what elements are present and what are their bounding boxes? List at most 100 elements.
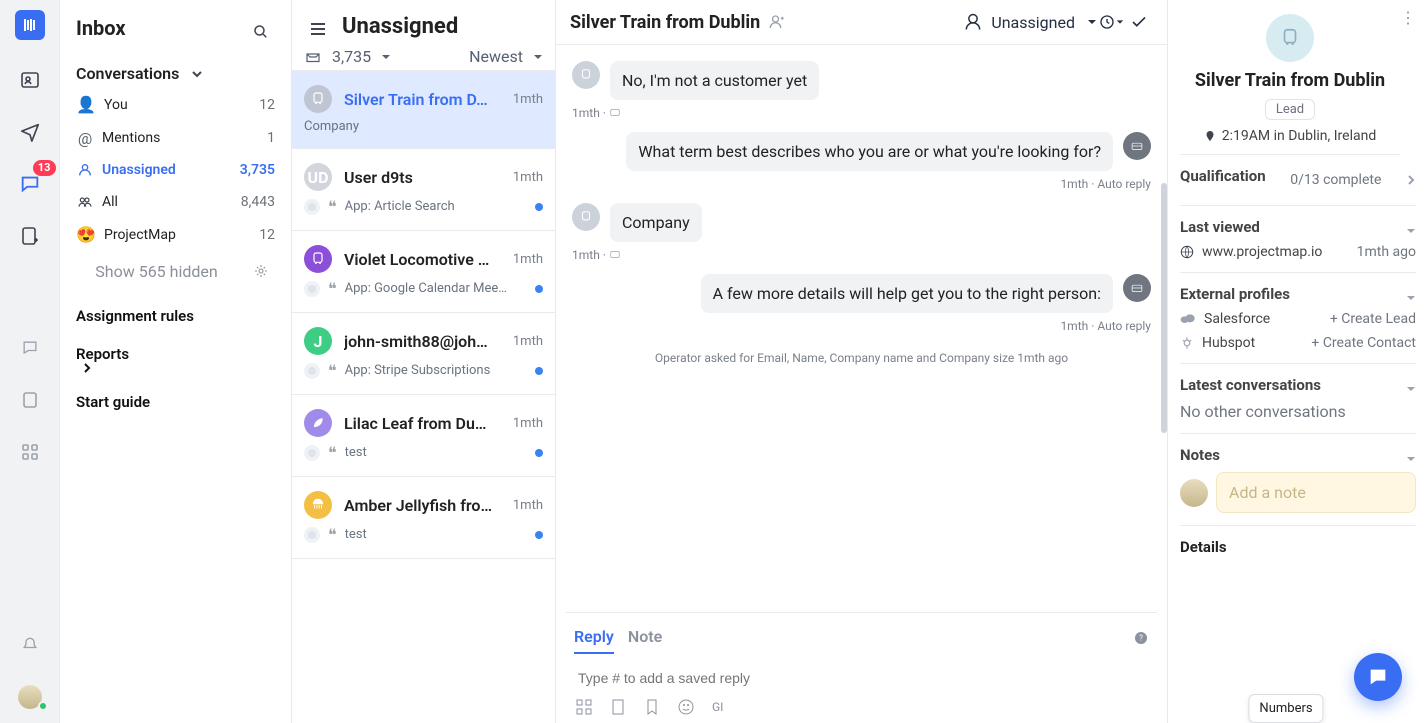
caret-down-icon[interactable] [1406, 226, 1416, 236]
nav-contacts[interactable] [10, 60, 50, 100]
message-bubble: No, I'm not a customer yet [610, 61, 819, 100]
left-rail: 13 [0, 0, 60, 723]
create-lead-button[interactable]: + Create Lead [1330, 311, 1416, 327]
unread-badge: 13 [33, 160, 56, 176]
emoji-button[interactable] [678, 699, 694, 715]
speech-icon [20, 338, 40, 358]
conversations-section[interactable]: Conversations [76, 64, 275, 83]
bookmark-button[interactable] [644, 699, 660, 715]
reply-from-icon [304, 363, 320, 379]
sidebar-item-all[interactable]: All 8,443 [76, 189, 275, 215]
tab-note[interactable]: Note [628, 621, 662, 654]
nav-articles[interactable] [10, 216, 50, 256]
nav-send[interactable] [10, 112, 50, 152]
sidebar-item-mentions[interactable]: @ Mentions 1 [76, 125, 275, 151]
conversation-time: 1mth [513, 252, 543, 267]
menu-button[interactable] [304, 15, 332, 43]
conversation-item[interactable]: Silver Train from D… 1mth Company [292, 71, 555, 149]
assignment-rules-link[interactable]: Assignment rules [76, 297, 275, 335]
reply-from-icon [304, 527, 320, 543]
conversation-item[interactable]: Violet Locomotive … 1mth ❝ App: Google C… [292, 231, 555, 313]
qualification-section[interactable]: Qualification0/13 complete [1180, 155, 1416, 206]
caret-down-icon[interactable] [1406, 454, 1416, 464]
search-button[interactable] [247, 18, 275, 46]
right-sidebar: ⋮ Silver Train from Dublin Lead 2:19AM i… [1168, 0, 1428, 723]
reply-from-icon [304, 199, 320, 215]
caret-down-icon[interactable] [1406, 384, 1416, 394]
nav-pages[interactable] [10, 380, 50, 420]
conversation-name: Violet Locomotive … [344, 250, 501, 269]
conversation-panel: Silver Train from Dublin Unassigned No, … [556, 0, 1168, 723]
assignee-button[interactable]: Unassigned [963, 12, 1097, 32]
show-hidden-row[interactable]: Show 565 hidden [76, 249, 275, 297]
svg-text:?: ? [1139, 633, 1143, 642]
avatar [572, 61, 600, 89]
conversation-header: Silver Train from Dublin Unassigned [556, 0, 1167, 45]
reports-link[interactable]: Reports [76, 335, 275, 383]
macro-tooltip: Numbers [1248, 694, 1323, 723]
notes-section: Notes Add a note [1180, 434, 1416, 526]
caret-down-icon [533, 52, 543, 62]
conversation-time: 1mth [513, 170, 543, 185]
globe-icon [1180, 245, 1194, 259]
nav-user[interactable] [10, 677, 50, 717]
nav-notifications[interactable] [10, 625, 50, 665]
kebab-button[interactable]: ⋮ [1400, 8, 1416, 27]
avatar: J [304, 327, 332, 355]
app-logo[interactable] [15, 10, 45, 40]
sort-button[interactable]: Newest [469, 47, 543, 66]
conversation-item[interactable]: Lilac Leaf from Du… 1mth ❝ test [292, 395, 555, 477]
sidebar-item-projectmap[interactable]: 😍 ProjectMap 12 [76, 221, 275, 249]
sidebar-item-unassigned[interactable]: Unassigned 3,735 [76, 157, 275, 183]
help-button[interactable]: ? [1133, 630, 1149, 646]
inbox-title: Inbox [76, 16, 126, 40]
avatar [304, 85, 332, 113]
tab-reply[interactable]: Reply [574, 621, 614, 654]
message-meta: 1mth · [572, 106, 1151, 120]
gear-button[interactable] [247, 257, 275, 285]
caret-down-icon[interactable] [1406, 293, 1416, 303]
message: No, I'm not a customer yet [572, 61, 1151, 100]
grid-icon [21, 443, 39, 461]
location-icon [1204, 130, 1216, 142]
nav-chat[interactable] [10, 328, 50, 368]
nav-inbox[interactable]: 13 [10, 164, 50, 204]
hamburger-icon [309, 20, 327, 38]
conversations-list: 👤 You 12 @ Mentions 1 Unassigned 3,735 A… [76, 91, 275, 249]
conversations-label: Conversations [76, 64, 179, 83]
saved-replies-button[interactable] [576, 699, 592, 715]
article-button[interactable] [610, 699, 626, 715]
profile-avatar [1266, 14, 1314, 62]
sidebar-item-you[interactable]: 👤 You 12 [76, 91, 275, 119]
note-input[interactable]: Add a note [1216, 472, 1416, 513]
nav-apps[interactable] [10, 432, 50, 472]
clock-icon [1098, 13, 1116, 31]
list-title: Unassigned [342, 14, 458, 39]
start-guide-link[interactable]: Start guide [76, 383, 275, 421]
compose-input[interactable] [576, 669, 1147, 687]
scrollbar[interactable] [1161, 183, 1167, 433]
close-conversation-button[interactable] [1125, 8, 1153, 36]
assignee-icon [963, 12, 983, 32]
conversation-title: Silver Train from Dublin [570, 12, 760, 33]
avatar [304, 245, 332, 273]
conversation-item[interactable]: J john-smith88@joh… 1mth ❝ App: Stripe S… [292, 313, 555, 395]
snooze-button[interactable] [1097, 8, 1125, 36]
conversation-snippet: test [345, 445, 527, 460]
chat-log[interactable]: No, I'm not a customer yet 1mth · What t… [556, 45, 1167, 612]
conversation-item[interactable]: Amber Jellyfish fro… 1mth ❝ test [292, 477, 555, 559]
message: A few more details will help get you to … [572, 274, 1151, 313]
last-viewed-row[interactable]: www.projectmap.io 1mth ago [1180, 244, 1416, 260]
unread-dot [535, 449, 543, 457]
conversation-time: 1mth [513, 416, 543, 431]
article-add-icon [20, 226, 40, 246]
avatar: UD [304, 163, 332, 191]
user-add-icon[interactable] [768, 13, 786, 31]
caret-down-icon[interactable] [381, 52, 391, 62]
conversation-item[interactable]: UD User d9ts 1mth ❝ App: Article Search [292, 149, 555, 231]
details-section[interactable]: Details [1180, 526, 1416, 556]
create-contact-button[interactable]: + Create Contact [1311, 335, 1416, 351]
gif-button[interactable]: GI [712, 700, 723, 714]
messenger-launcher[interactable] [1354, 653, 1402, 701]
conversation-snippet: test [345, 527, 527, 542]
